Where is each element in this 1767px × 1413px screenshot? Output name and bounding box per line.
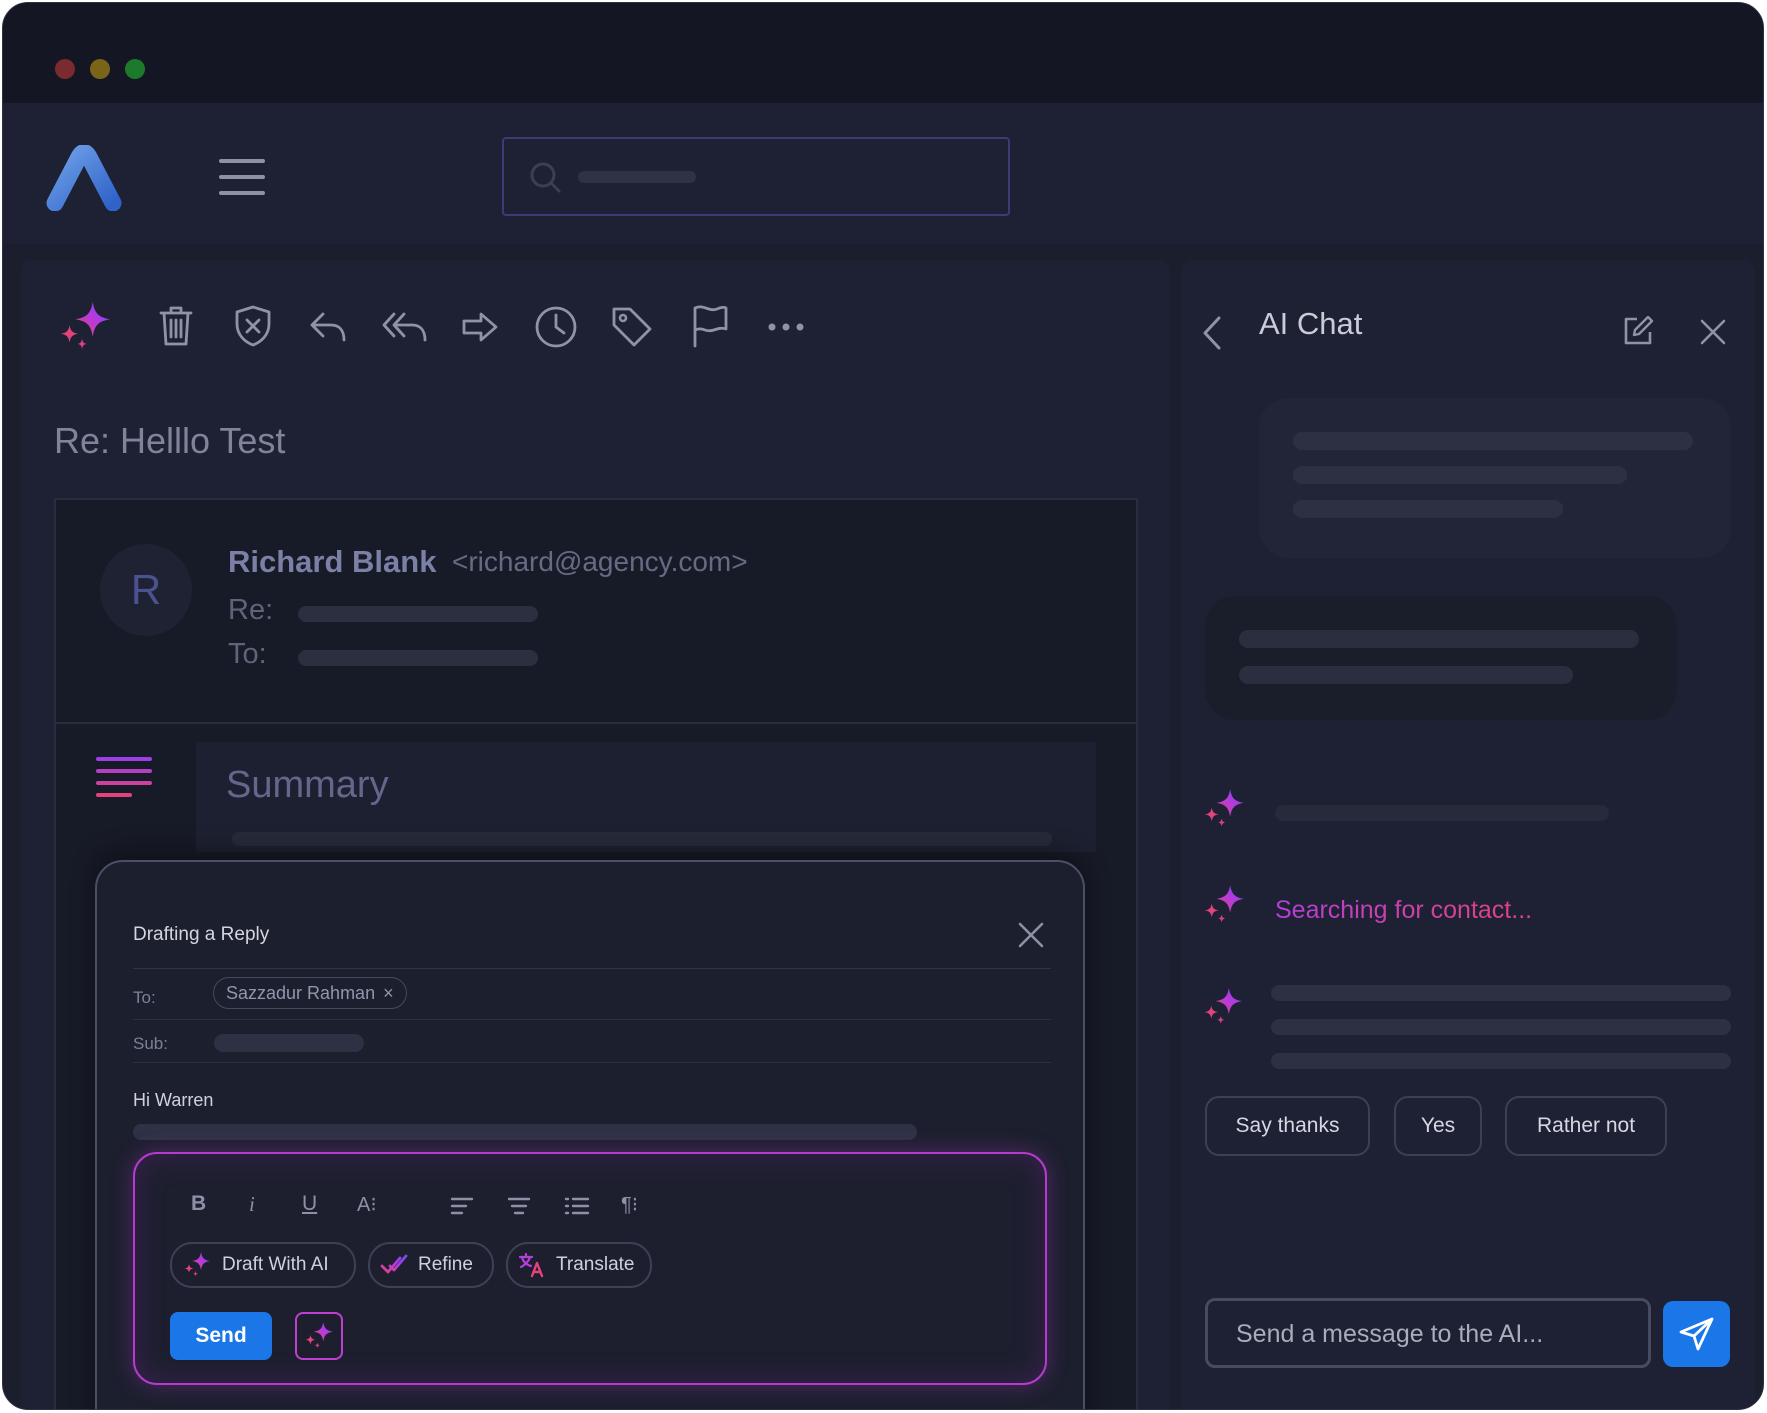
summary-title: Summary [226,764,389,806]
message-placeholder-bar [1239,666,1573,684]
editor-toolbar-box: B i U A⁝ ¶⁝ Draft With AI Refine Transla… [133,1152,1047,1385]
to-placeholder-bar [298,650,538,666]
underline-button[interactable]: U [302,1192,317,1216]
message-placeholder-bar [1271,1053,1731,1069]
close-icon[interactable] [1699,318,1727,346]
draft-title: Drafting a Reply [133,924,270,945]
recipient-name: Sazzadur Rahman [226,982,376,1003]
app-logo-icon [45,145,123,211]
bold-button[interactable]: B [191,1192,206,1216]
re-label: Re: [228,594,274,626]
align-left-icon[interactable] [450,1197,474,1215]
translate-label: Translate [556,1254,635,1275]
more-icon[interactable] [767,322,805,332]
tag-icon[interactable] [610,305,654,349]
re-placeholder-bar [298,606,538,622]
ai-sparkle-icon [1201,786,1247,832]
ai-message-bubble [1205,596,1677,720]
ai-sparkle-icon [303,1320,335,1352]
summary-box: Summary [196,742,1096,852]
search-placeholder-bar [578,171,696,183]
app-header [3,103,1763,244]
summary-lines-icon [96,756,152,802]
summary-placeholder-bar [232,832,1052,846]
subject-placeholder-bar [214,1034,364,1052]
translate-icon [518,1252,546,1278]
ai-chat-panel: AI Chat Searching for contact... Say tha… [1181,260,1755,1409]
search-input[interactable] [502,137,1010,216]
message-placeholder-bar [1275,805,1609,821]
body-placeholder-bar [133,1124,917,1140]
user-message-bubble [1259,398,1731,558]
reply-all-icon[interactable] [382,310,428,344]
search-icon [530,162,562,194]
draft-sub-label: Sub: [133,1034,168,1053]
ai-assist-button[interactable] [295,1312,343,1360]
paragraph-button[interactable]: ¶⁝ [621,1192,638,1217]
divider [133,1062,1051,1063]
recipient-chip[interactable]: Sazzadur Rahman × [213,977,407,1009]
edit-icon[interactable] [1622,315,1654,347]
clock-icon[interactable] [534,305,578,349]
close-window-dot[interactable] [55,59,75,79]
app-window: Re: Helllo Test R Richard Blank <richard… [2,2,1764,1410]
hamburger-menu-icon[interactable] [219,157,265,197]
ai-sparkle-icon [1201,985,1245,1029]
message-placeholder-bar [1293,466,1627,484]
ai-sparkle-icon [182,1250,212,1280]
chat-message-input[interactable] [1205,1298,1651,1368]
draft-with-ai-button[interactable]: Draft With AI [170,1242,356,1288]
ai-sparkle-icon[interactable] [56,298,114,356]
suggestion-say-thanks[interactable]: Say thanks [1205,1096,1370,1156]
back-arrow-icon[interactable] [1201,315,1223,351]
font-size-button[interactable]: A⁝ [357,1192,377,1217]
refine-label: Refine [418,1254,473,1275]
refine-button[interactable]: Refine [368,1242,494,1288]
list-icon[interactable] [564,1196,590,1216]
refine-check-icon [380,1253,408,1277]
send-button[interactable]: Send [170,1312,272,1360]
draft-with-ai-label: Draft With AI [222,1254,329,1275]
close-icon[interactable] [1017,921,1045,949]
avatar: R [100,544,192,636]
draft-to-label: To: [133,988,156,1007]
divider [133,1019,1051,1020]
to-label: To: [228,638,267,670]
message-placeholder-bar [1293,500,1563,518]
draft-reply-modal: Drafting a Reply To: Sazzadur Rahman × S… [95,860,1085,1409]
sender-name[interactable]: Richard Blank [228,544,436,580]
draft-greeting[interactable]: Hi Warren [133,1090,213,1111]
shield-x-icon[interactable] [233,304,273,348]
chat-status-text: Searching for contact... [1275,896,1533,924]
suggestion-yes[interactable]: Yes [1394,1096,1482,1156]
sender-email[interactable]: <richard@agency.com> [452,546,748,578]
send-plane-icon [1678,1315,1716,1353]
message-placeholder-bar [1271,985,1731,1001]
email-header: R Richard Blank <richard@agency.com> Re:… [56,500,1136,724]
send-message-button[interactable] [1663,1301,1730,1367]
italic-button[interactable]: i [249,1192,255,1217]
minimize-window-dot[interactable] [90,59,110,79]
flag-icon[interactable] [691,304,729,348]
reply-icon[interactable] [309,310,347,344]
chat-title: AI Chat [1259,306,1363,341]
divider [133,968,1051,969]
forward-icon[interactable] [461,310,499,344]
align-center-icon[interactable] [507,1197,531,1215]
chat-input-field[interactable] [1234,1313,1618,1355]
message-placeholder-bar [1271,1019,1731,1035]
suggestion-rather-not[interactable]: Rather not [1505,1096,1667,1156]
email-subject: Re: Helllo Test [54,420,286,461]
message-placeholder-bar [1293,432,1693,450]
message-placeholder-bar [1239,630,1639,648]
ai-sparkle-icon [1201,882,1247,928]
trash-icon[interactable] [158,305,194,347]
email-view-panel: Re: Helllo Test R Richard Blank <richard… [20,260,1170,1409]
remove-recipient-icon[interactable]: × [383,983,394,1004]
title-bar [3,3,1763,103]
maximize-window-dot[interactable] [125,59,145,79]
translate-button[interactable]: Translate [506,1242,652,1288]
